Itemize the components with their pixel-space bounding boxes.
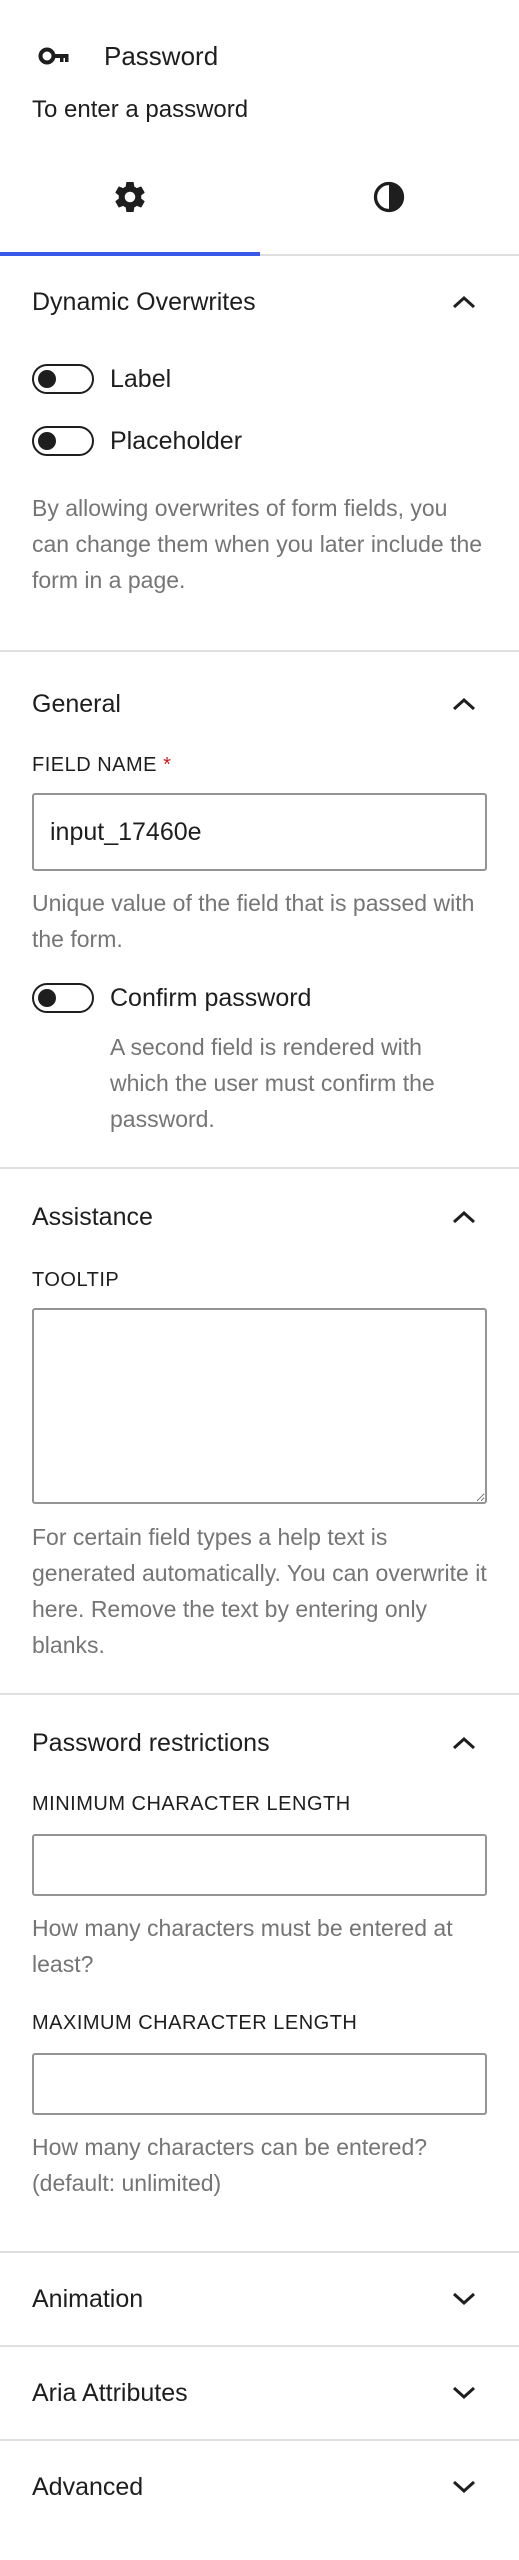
panel-assistance: Assistance TOOLTIP For certain field typ… — [0, 1171, 519, 1695]
required-mark: * — [163, 754, 172, 776]
gear-icon — [115, 181, 145, 212]
panel-password-restrictions-toggle[interactable]: Password restrictions — [32, 1697, 487, 1789]
block-title-row: Password — [38, 36, 218, 76]
min-length-input[interactable] — [32, 1834, 487, 1896]
block-title: Password — [104, 40, 219, 71]
panel-advanced-toggle[interactable]: Advanced — [32, 2441, 487, 2533]
panel-aria-attributes-toggle[interactable]: Aria Attributes — [32, 2347, 487, 2439]
panel-aria-attributes: Aria Attributes — [0, 2347, 519, 2441]
chevron-up-icon — [452, 1210, 476, 1224]
panel-title: Advanced — [32, 2472, 144, 2501]
tab-styles[interactable] — [260, 140, 519, 254]
label-overwrite-row: Label — [32, 348, 487, 410]
panel-animation-toggle[interactable]: Animation — [32, 2253, 487, 2345]
panel-title: Aria Attributes — [32, 2378, 188, 2407]
min-length-help: How many characters must be entered at l… — [32, 1915, 453, 1977]
dynamic-overwrites-help: By allowing overwrites of form fields, y… — [32, 495, 483, 593]
panel-dynamic-overwrites-toggle[interactable]: Dynamic Overwrites — [32, 256, 487, 348]
panel-general-toggle[interactable]: General — [32, 658, 487, 750]
chevron-down-icon — [452, 2386, 476, 2400]
label-overwrite-toggle[interactable] — [32, 364, 94, 394]
tooltip-label: TOOLTIP — [32, 1269, 120, 1291]
max-length-input[interactable] — [32, 2053, 487, 2115]
confirm-password-label: Confirm password — [110, 983, 312, 1012]
placeholder-overwrite-toggle[interactable] — [32, 426, 94, 456]
chevron-down-icon — [452, 2292, 476, 2306]
panel-title: Animation — [32, 2284, 144, 2313]
chevron-up-icon — [452, 697, 476, 711]
confirm-password-help: A second field is rendered with which th… — [110, 1034, 435, 1132]
field-name-input[interactable] — [32, 793, 487, 871]
confirm-password-row: Confirm password — [32, 967, 487, 1029]
field-name-label: FIELD NAME * — [32, 754, 487, 777]
panel-animation: Animation — [0, 2253, 519, 2347]
max-length-help: How many characters can be entered? (def… — [32, 2134, 428, 2196]
tooltip-help: For certain field types a help text is g… — [32, 1524, 487, 1658]
toggle-knob — [38, 989, 56, 1007]
panel-title: Assistance — [32, 1202, 153, 1231]
contrast-icon — [374, 181, 405, 213]
placeholder-overwrite-label: Placeholder — [110, 426, 243, 455]
panel-password-restrictions: Password restrictions MINIMUM CHARACTER … — [0, 1697, 519, 2253]
toggle-knob — [38, 432, 56, 450]
label-overwrite-label: Label — [110, 364, 172, 393]
panel-advanced: Advanced — [0, 2441, 519, 2533]
placeholder-overwrite-row: Placeholder — [32, 410, 487, 472]
min-length-label: MINIMUM CHARACTER LENGTH — [32, 1793, 351, 1815]
block-card: Password To enter a password — [0, 0, 519, 140]
panel-title: Password restrictions — [32, 1728, 270, 1757]
inspector-tabs — [0, 140, 519, 256]
panel-title: General — [32, 689, 121, 718]
max-length-label: MAXIMUM CHARACTER LENGTH — [32, 2012, 358, 2034]
field-name-label-text: FIELD NAME — [32, 754, 158, 776]
key-icon — [38, 47, 69, 65]
chevron-up-icon — [452, 1736, 476, 1750]
panel-title: Dynamic Overwrites — [32, 287, 256, 316]
confirm-password-toggle[interactable] — [32, 983, 94, 1013]
field-name-help: Unique value of the field that is passed… — [32, 890, 475, 952]
tab-settings[interactable] — [0, 140, 260, 256]
chevron-down-icon — [452, 2480, 476, 2494]
block-description: To enter a password — [32, 96, 249, 123]
panel-assistance-toggle[interactable]: Assistance — [32, 1171, 487, 1263]
panel-dynamic-overwrites: Dynamic Overwrites Label Placeholder By … — [0, 256, 519, 652]
chevron-up-icon — [452, 295, 476, 309]
tooltip-textarea[interactable] — [32, 1308, 487, 1504]
panel-general: General FIELD NAME * Unique value of the… — [0, 658, 519, 1169]
toggle-knob — [38, 370, 56, 388]
